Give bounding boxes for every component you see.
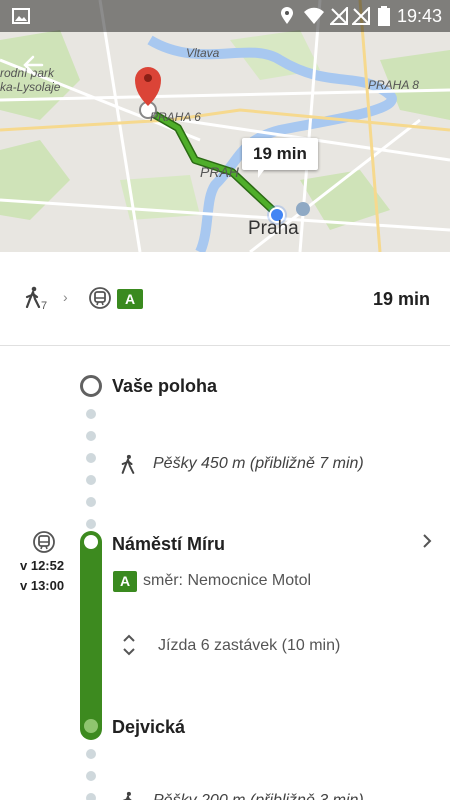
- board-stop-marker: [84, 535, 98, 549]
- walk-dot: [86, 409, 96, 419]
- alight-stop-name: Dejvická: [112, 717, 186, 737]
- line-badge: A: [117, 289, 143, 309]
- origin-name: Vaše poloha: [112, 376, 218, 396]
- walk-step-text: Pěšky 450 m (přibližně 7 min): [153, 455, 364, 472]
- ride-stops-text: Jízda 6 zastávek (10 min): [158, 637, 341, 654]
- map-label-park2: ka-Lysolaje: [0, 80, 61, 94]
- walk-dot: [86, 519, 96, 529]
- line-badge: A: [113, 571, 137, 592]
- location-icon: [281, 7, 293, 24]
- transit-line-bar: [80, 531, 102, 740]
- walk-dot: [86, 453, 96, 463]
- walk-icon: [121, 454, 135, 474]
- eta-bubble: 19 min: [242, 138, 318, 178]
- walk-icon: [122, 791, 132, 800]
- metro-icon: [89, 287, 111, 309]
- departure-time: v 12:52: [20, 558, 65, 573]
- walk-dot: [86, 749, 96, 759]
- chevron-right-icon: ›: [63, 289, 68, 305]
- alight-stop-marker: [84, 719, 98, 733]
- wifi-icon: [304, 7, 324, 24]
- expand-stops-button[interactable]: [120, 632, 138, 663]
- chevron-right-icon: [423, 534, 432, 548]
- walk-dot: [86, 431, 96, 441]
- no-signal-icon: [330, 7, 348, 25]
- metro-icon: [33, 531, 55, 553]
- walk-dot: [86, 771, 96, 781]
- route-summary[interactable]: 7 › A 19 min: [0, 252, 450, 346]
- arrival-time: v 13:00: [20, 578, 65, 593]
- map-canvas: [0, 0, 450, 252]
- route-map[interactable]: rodní park ka-Lysolaje Vltava PRAHA 6 PR…: [0, 0, 450, 252]
- walk-dot: [86, 793, 96, 800]
- arrow-back-icon: [23, 55, 44, 75]
- walk-step-text-2: Pěšky 200 m (přibližně 3 min): [153, 792, 364, 800]
- walk-dot: [86, 497, 96, 507]
- board-stop-details-button[interactable]: [422, 533, 432, 554]
- image-notification-icon: [12, 8, 30, 24]
- expand-icon: [123, 634, 135, 656]
- total-duration: 19 min: [372, 289, 430, 309]
- walk-minutes: 7: [41, 300, 48, 312]
- map-label-district8: PRAHA 8: [368, 78, 419, 92]
- no-signal-icon-2: [352, 7, 370, 25]
- map-label-district-short: PRAH: [200, 164, 239, 180]
- battery-icon: [378, 6, 390, 26]
- walk-dot: [86, 475, 96, 485]
- direction-text: směr: Nemocnice Motol: [143, 572, 312, 589]
- status-bar: 19:43: [0, 0, 450, 32]
- board-stop-name: Náměstí Míru: [112, 534, 226, 554]
- status-time: 19:43: [396, 6, 442, 26]
- map-label-river: Vltava: [186, 46, 220, 60]
- walk-icon: [25, 286, 41, 308]
- origin-marker: [80, 375, 102, 397]
- map-label-district6: PRAHA 6: [150, 110, 201, 124]
- map-label-city: Praha: [248, 218, 299, 239]
